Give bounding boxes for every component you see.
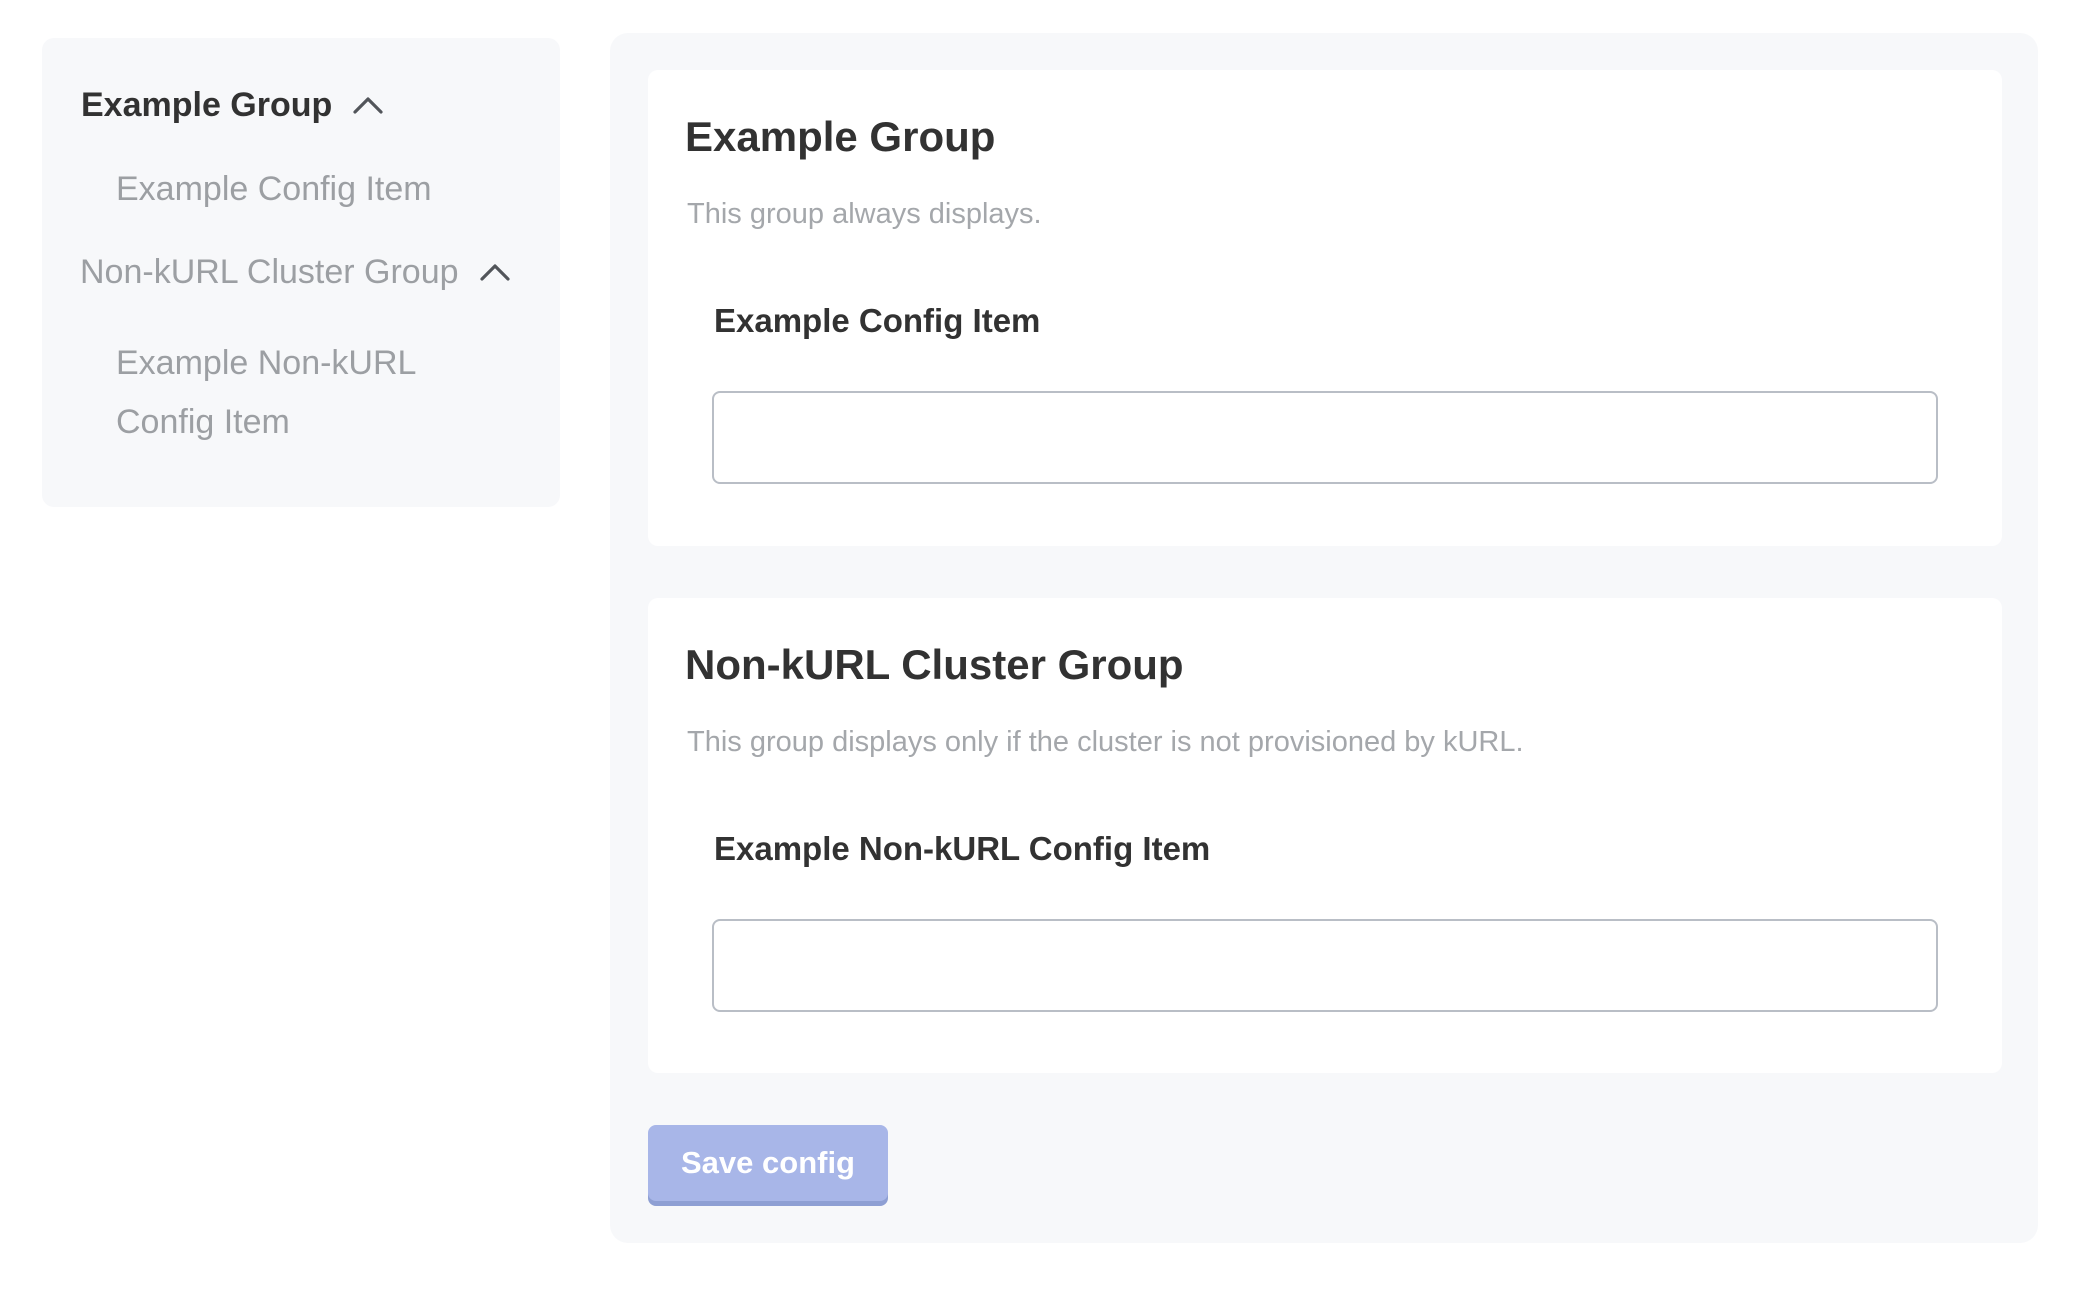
sidebar-group-label: Example Group xyxy=(81,86,332,125)
sidebar-item-example-non-kurl-config-item[interactable]: Example Non-kURL Config Item xyxy=(116,334,476,452)
chevron-up-icon[interactable] xyxy=(475,260,515,286)
chevron-up-icon[interactable] xyxy=(348,93,388,119)
sidebar-group-non-kurl-cluster-group[interactable]: Non-kURL Cluster Group xyxy=(80,253,515,292)
group-title: Example Group xyxy=(685,112,995,162)
app-config-page: Example Group Example Config Item Non-kU… xyxy=(0,0,2084,1302)
config-item-label: Example Non-kURL Config Item xyxy=(714,830,1210,868)
example-non-kurl-config-item-input[interactable] xyxy=(712,919,1938,1012)
group-title: Non-kURL Cluster Group xyxy=(685,640,1184,690)
sidebar-group-label: Non-kURL Cluster Group xyxy=(80,253,459,292)
example-config-item-input[interactable] xyxy=(712,391,1938,484)
group-description: This group displays only if the cluster … xyxy=(687,722,1524,763)
sidebar-group-example-group[interactable]: Example Group xyxy=(81,86,388,125)
config-group-card-non-kurl-cluster-group: Non-kURL Cluster Group This group displa… xyxy=(648,598,2002,1073)
config-group-card-example-group: Example Group This group always displays… xyxy=(648,70,2002,546)
config-nav-sidebar: Example Group Example Config Item Non-kU… xyxy=(42,38,560,507)
sidebar-item-example-config-item[interactable]: Example Config Item xyxy=(116,170,432,209)
config-item-label: Example Config Item xyxy=(714,302,1040,340)
save-config-button[interactable]: Save config xyxy=(648,1125,888,1201)
config-panel: Example Group This group always displays… xyxy=(610,33,2038,1243)
group-description: This group always displays. xyxy=(687,194,1042,235)
